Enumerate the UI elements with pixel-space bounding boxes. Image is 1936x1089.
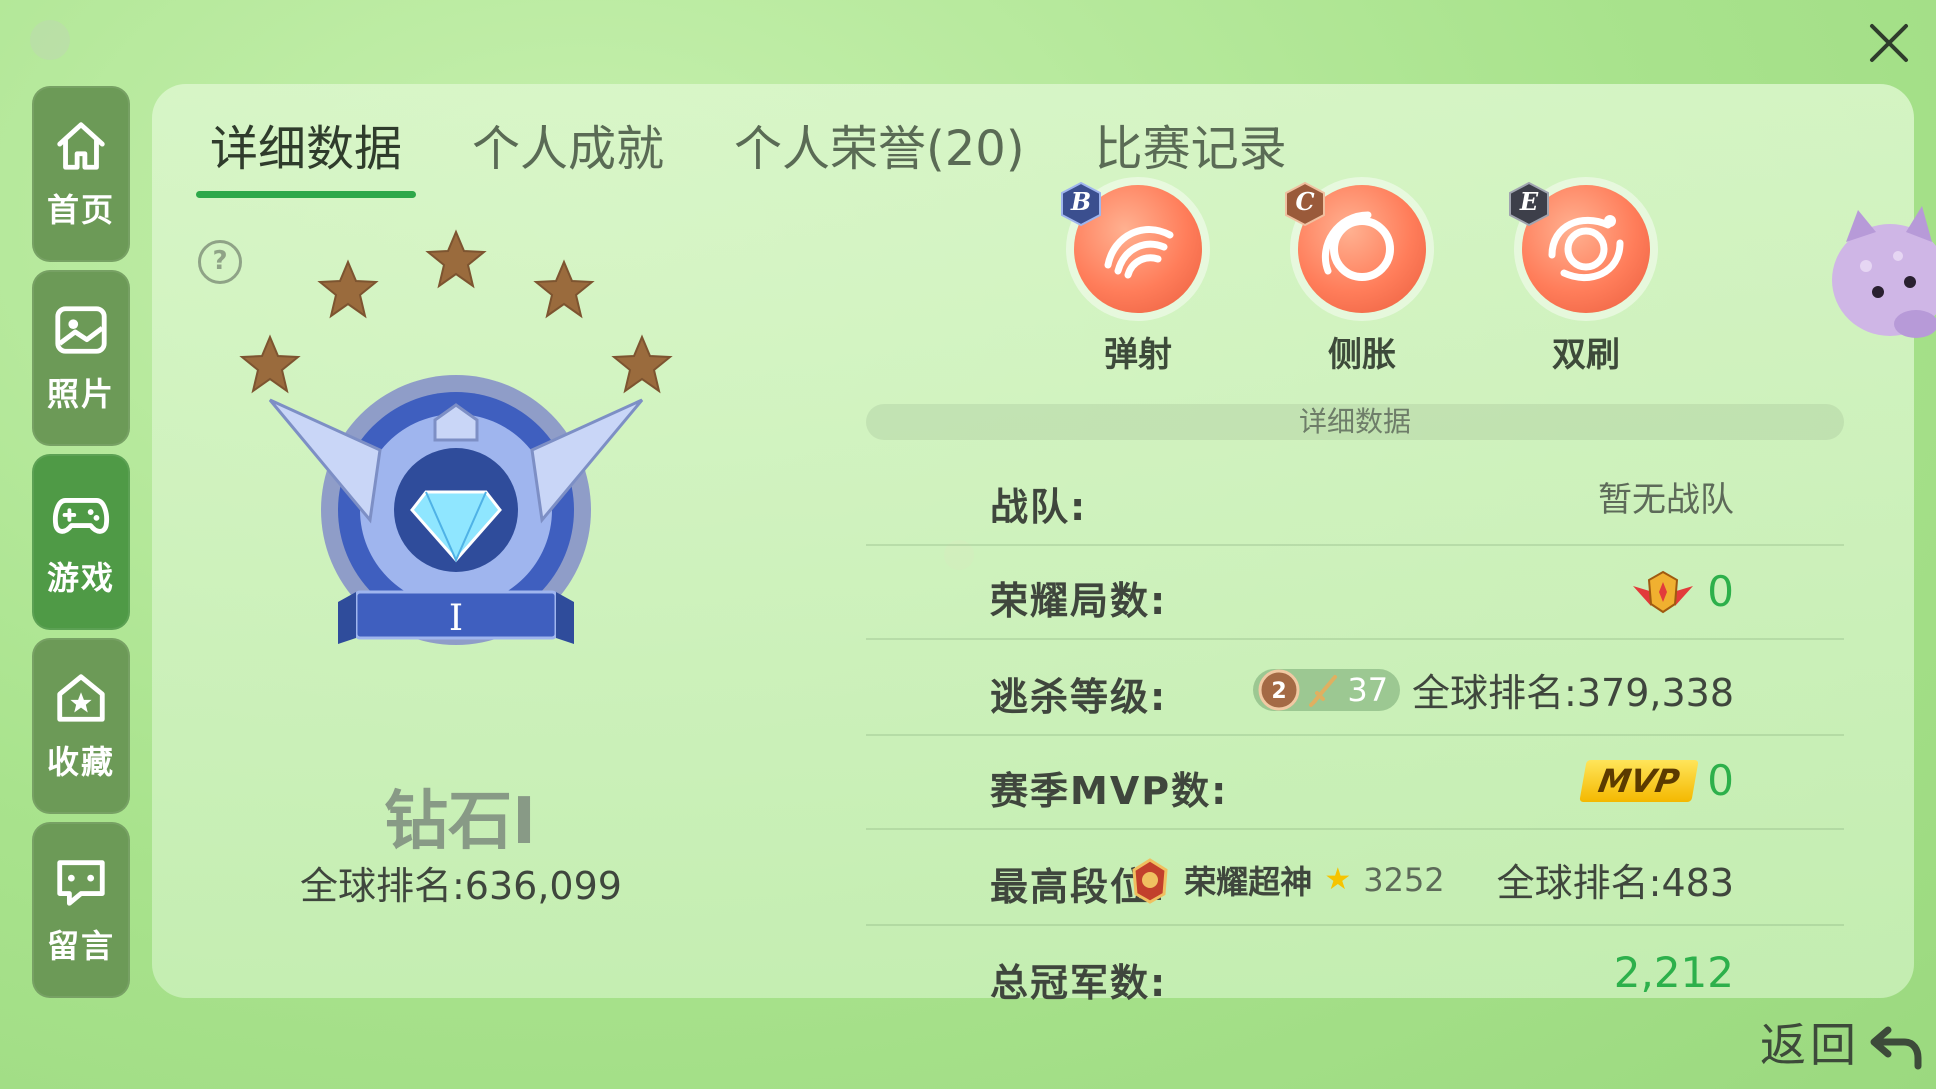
rank-tier-label: I	[449, 598, 463, 639]
sidebar-item-photo[interactable]: 照片	[32, 270, 130, 446]
back-label: 返回	[1760, 1018, 1860, 1072]
skill-name: 侧胀	[1328, 335, 1396, 375]
bronze-medal-icon: 2	[1258, 669, 1300, 710]
escape-level-value: 37	[1347, 670, 1389, 709]
rank-star	[425, 229, 487, 289]
tab-match-records[interactable]: 比赛记录	[1085, 104, 1297, 194]
glory-games-value: 0	[1707, 566, 1734, 616]
rank-emblem: I	[239, 229, 673, 645]
pet-avatar[interactable]	[1806, 196, 1936, 356]
highest-rank-crest-icon	[1132, 857, 1168, 904]
tab-bar: 详细数据 个人成就 个人荣誉(20) 比赛记录	[195, 104, 1347, 198]
glory-crest-icon	[1633, 570, 1694, 614]
close-icon	[1870, 24, 1908, 62]
skill-grade-badge: B	[1058, 181, 1104, 227]
highest-rank-name: 荣耀超神	[1184, 862, 1313, 901]
stat-row-escape-level: 逃杀等级: 2 37 全球排名:379,338	[866, 642, 1844, 736]
sidebar-item-label: 留言	[46, 927, 115, 965]
team-value: 暂无战队	[1598, 480, 1734, 520]
bg-dot	[30, 20, 70, 60]
escape-level-rank: 全球排名:379,338	[1412, 671, 1734, 715]
rank-star	[611, 334, 673, 394]
stats-header: 详细数据	[866, 404, 1844, 440]
rank-global-position: 全球排名:636,099	[300, 864, 622, 908]
star-icon: ★	[1324, 862, 1352, 897]
sidebar-item-label: 首页	[46, 191, 115, 229]
sword-icon	[1309, 674, 1338, 707]
rank-name: 钻石Ⅰ	[384, 785, 536, 859]
stat-row-team: 战队: 暂无战队	[866, 452, 1844, 546]
sidebar-item-label: 收藏	[46, 743, 115, 781]
tab-achievements[interactable]: 个人成就	[462, 104, 674, 194]
sidebar-item-game[interactable]: 游戏	[32, 454, 130, 630]
close-button[interactable]	[1864, 18, 1914, 68]
message-icon	[57, 860, 105, 906]
skill-list: B 弹射 C 侧胀 E 双刷	[1058, 181, 1730, 376]
skill-name: 双刷	[1552, 335, 1620, 375]
gamepad-icon	[52, 498, 110, 534]
stat-row-champions: 总冠军数: 2,212	[866, 928, 1844, 1020]
rank-star	[239, 334, 301, 394]
sidebar-item-label: 照片	[46, 375, 115, 413]
star-house-icon	[57, 674, 105, 722]
escape-level-pill: 2 37	[1253, 668, 1401, 711]
sidebar-item-message[interactable]: 留言	[32, 822, 130, 998]
stat-row-glory-games: 荣耀局数: 0	[866, 546, 1844, 640]
mvp-badge: MVP	[1579, 759, 1699, 802]
highest-rank-global: 全球排名:483	[1496, 861, 1734, 905]
stat-label: 荣耀局数:	[990, 579, 1168, 623]
skill-item[interactable]: C 侧胀	[1282, 181, 1442, 376]
rank-star	[317, 259, 379, 319]
sidebar-item-label: 游戏	[46, 559, 115, 597]
sidebar: 首页 照片 游戏 收藏 留言	[32, 86, 130, 1006]
tab-honors[interactable]: 个人荣誉(20)	[724, 104, 1035, 194]
skill-item[interactable]: E 双刷	[1506, 181, 1666, 376]
skill-name: 弹射	[1104, 335, 1172, 375]
back-button[interactable]: 返回	[1760, 1009, 1926, 1075]
stat-row-mvp: 赛季MVP数: MVP 0	[866, 736, 1844, 830]
home-icon	[57, 122, 105, 170]
champions-value: 2,212	[1613, 948, 1734, 997]
skill-item[interactable]: B 弹射	[1058, 181, 1218, 376]
photo-icon	[55, 306, 107, 354]
rank-star	[533, 259, 595, 319]
stat-row-highest-rank: 最高段位: 荣耀超神 ★ 3252 全球排名:483	[866, 832, 1844, 926]
return-arrow-icon	[1870, 1026, 1922, 1070]
svg-text:2: 2	[1272, 679, 1287, 704]
tab-details[interactable]: 详细数据	[195, 104, 417, 198]
skill-grade-badge: E	[1506, 181, 1552, 227]
sidebar-item-home[interactable]: 首页	[32, 86, 130, 262]
highest-rank-stars: 3252	[1363, 860, 1445, 899]
sidebar-item-favorites[interactable]: 收藏	[32, 638, 130, 814]
stat-label: 战队:	[990, 485, 1088, 529]
stat-label: 逃杀等级:	[990, 675, 1168, 719]
stat-label: 赛季MVP数:	[990, 769, 1229, 813]
mvp-value: 0	[1707, 756, 1734, 805]
stat-label: 总冠军数:	[990, 961, 1168, 1005]
diamond-badge: I	[268, 375, 644, 645]
skill-grade-badge: C	[1282, 181, 1328, 227]
